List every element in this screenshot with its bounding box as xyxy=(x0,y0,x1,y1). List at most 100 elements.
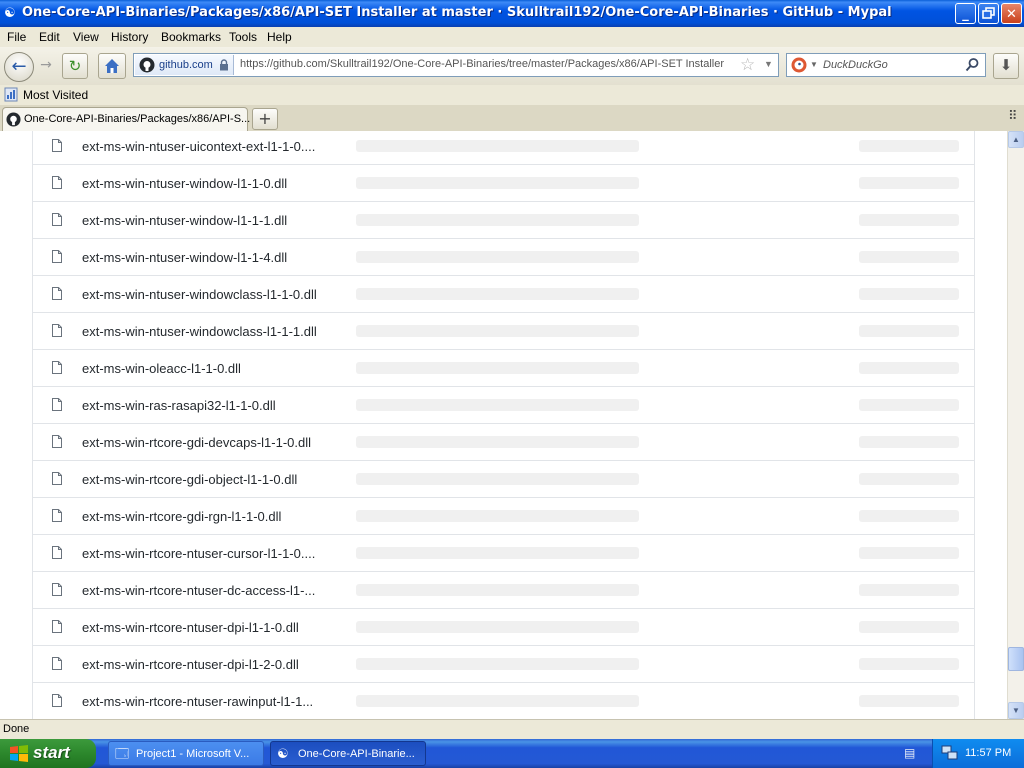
file-name-link[interactable]: ext-ms-win-rtcore-ntuser-dpi-l1-2-0.dll xyxy=(82,657,299,672)
downloads-button[interactable]: ⬇ xyxy=(993,53,1019,79)
menu-tools[interactable]: Tools xyxy=(229,30,257,44)
commit-age-placeholder xyxy=(859,325,959,337)
file-name-link[interactable]: ext-ms-win-rtcore-gdi-object-l1-1-0.dll xyxy=(82,472,297,487)
commit-message-placeholder xyxy=(356,547,639,559)
start-button[interactable]: start xyxy=(0,739,96,768)
file-icon xyxy=(52,472,62,485)
mypal-app-icon: ☯ xyxy=(4,5,16,20)
new-tab-button[interactable]: + xyxy=(252,108,278,130)
keyboard-icon[interactable]: ▤ xyxy=(904,746,915,760)
file-icon xyxy=(52,287,62,300)
file-row[interactable]: ext-ms-win-ras-rasapi32-l1-1-0.dll xyxy=(33,387,974,424)
commit-message-placeholder xyxy=(356,325,639,337)
menu-file[interactable]: File xyxy=(7,30,26,44)
search-icon[interactable] xyxy=(965,57,980,73)
menu-view[interactable]: View xyxy=(73,30,99,44)
file-row[interactable]: ext-ms-win-ntuser-window-l1-1-4.dll xyxy=(33,239,974,276)
commit-age-placeholder xyxy=(859,362,959,374)
bookmark-star-icon[interactable]: ☆ xyxy=(740,55,755,75)
file-name-link[interactable]: ext-ms-win-ntuser-uicontext-ext-l1-1-0..… xyxy=(82,139,315,154)
file-name-link[interactable]: ext-ms-win-rtcore-ntuser-rawinput-l1-1..… xyxy=(82,694,313,709)
back-button[interactable]: ← xyxy=(4,52,34,82)
scroll-down-button[interactable]: ▼ xyxy=(1008,702,1024,719)
site-identity-button[interactable]: github.com xyxy=(135,55,234,75)
file-name-link[interactable]: ext-ms-win-rtcore-ntuser-dpi-l1-1-0.dll xyxy=(82,620,299,635)
reload-button[interactable]: ↻ xyxy=(62,53,88,79)
taskbar: start 🗔 Project1 - Microsoft V... ☯ One-… xyxy=(0,739,1024,768)
search-input[interactable]: DuckDuckGo xyxy=(823,59,888,71)
file-icon xyxy=(52,509,62,522)
lock-icon xyxy=(220,59,228,71)
taskbar-item-project1[interactable]: 🗔 Project1 - Microsoft V... xyxy=(108,741,264,766)
commit-age-placeholder xyxy=(859,288,959,300)
file-row[interactable]: ext-ms-win-rtcore-ntuser-dc-access-l1-..… xyxy=(33,572,974,609)
file-row[interactable]: ext-ms-win-rtcore-gdi-object-l1-1-0.dll xyxy=(33,461,974,498)
menu-edit[interactable]: Edit xyxy=(39,30,60,44)
url-history-dropdown-icon[interactable]: ▼ xyxy=(764,59,773,69)
commit-message-placeholder xyxy=(356,436,639,448)
file-name-link[interactable]: ext-ms-win-ntuser-window-l1-1-1.dll xyxy=(82,213,287,228)
commit-message-placeholder xyxy=(356,399,639,411)
forward-button[interactable]: → xyxy=(34,53,58,79)
file-icon xyxy=(52,361,62,374)
file-name-link[interactable]: ext-ms-win-rtcore-ntuser-dc-access-l1-..… xyxy=(82,583,315,598)
scroll-up-button[interactable]: ▲ xyxy=(1008,131,1024,148)
list-all-tabs-icon[interactable]: ⠿ xyxy=(1008,109,1018,124)
file-icon xyxy=(52,176,62,189)
network-icon[interactable] xyxy=(941,745,958,761)
home-icon xyxy=(105,59,119,73)
clock[interactable]: 11:57 PM xyxy=(965,747,1011,759)
search-box[interactable]: ▼ DuckDuckGo xyxy=(786,53,986,77)
file-row[interactable]: ext-ms-win-rtcore-ntuser-cursor-l1-1-0..… xyxy=(33,535,974,572)
window-title-bar[interactable]: ☯ One-Core-API-Binaries/Packages/x86/API… xyxy=(0,0,1024,27)
file-row[interactable]: ext-ms-win-ntuser-uicontext-ext-l1-1-0..… xyxy=(33,131,974,165)
file-name-link[interactable]: ext-ms-win-ntuser-window-l1-1-0.dll xyxy=(82,176,287,191)
file-row[interactable]: ext-ms-win-rtcore-ntuser-dpi-l1-1-0.dll xyxy=(33,609,974,646)
commit-age-placeholder xyxy=(859,214,959,226)
file-name-link[interactable]: ext-ms-win-oleacc-l1-1-0.dll xyxy=(82,361,241,376)
menu-history[interactable]: History xyxy=(111,30,148,44)
file-icon xyxy=(52,139,62,152)
home-button[interactable] xyxy=(98,53,126,79)
maximize-button[interactable] xyxy=(978,3,999,24)
close-button[interactable]: ✕ xyxy=(1001,3,1022,24)
taskbar-item-mypal[interactable]: ☯ One-Core-API-Binarie... xyxy=(270,741,426,766)
file-row[interactable]: ext-ms-win-rtcore-gdi-rgn-l1-1-0.dll xyxy=(33,498,974,535)
status-text: Done xyxy=(3,723,30,735)
file-row[interactable]: ext-ms-win-ntuser-windowclass-l1-1-1.dll xyxy=(33,313,974,350)
file-row[interactable]: ext-ms-win-rtcore-gdi-devcaps-l1-1-0.dll xyxy=(33,424,974,461)
file-name-link[interactable]: ext-ms-win-rtcore-gdi-rgn-l1-1-0.dll xyxy=(82,509,281,524)
file-row[interactable]: ext-ms-win-rtcore-ntuser-dpi-l1-2-0.dll xyxy=(33,646,974,683)
tab-github-api-set[interactable]: One-Core-API-Binaries/Packages/x86/API-S… xyxy=(2,107,250,132)
file-name-link[interactable]: ext-ms-win-rtcore-gdi-devcaps-l1-1-0.dll xyxy=(82,435,311,450)
window-title: One-Core-API-Binaries/Packages/x86/API-S… xyxy=(22,5,892,20)
commit-age-placeholder xyxy=(859,140,959,152)
duckduckgo-engine-icon[interactable] xyxy=(791,57,807,73)
address-bar[interactable]: github.com https://github.com/Skulltrail… xyxy=(133,53,779,77)
commit-age-placeholder xyxy=(859,399,959,411)
commit-message-placeholder xyxy=(356,214,639,226)
file-name-link[interactable]: ext-ms-win-ntuser-windowclass-l1-1-1.dll xyxy=(82,324,317,339)
file-icon xyxy=(52,398,62,411)
file-row[interactable]: ext-ms-win-ntuser-window-l1-1-0.dll xyxy=(33,165,974,202)
minimize-button[interactable]: _ xyxy=(955,3,976,24)
file-name-link[interactable]: ext-ms-win-ntuser-windowclass-l1-1-0.dll xyxy=(82,287,317,302)
menu-bookmarks[interactable]: Bookmarks xyxy=(161,30,221,44)
file-row[interactable]: ext-ms-win-ntuser-windowclass-l1-1-0.dll xyxy=(33,276,974,313)
menu-help[interactable]: Help xyxy=(267,30,292,44)
file-row[interactable]: ext-ms-win-ntuser-window-l1-1-1.dll xyxy=(33,202,974,239)
file-row[interactable]: ext-ms-win-rtcore-ntuser-rawinput-l1-1..… xyxy=(33,683,974,719)
file-name-link[interactable]: ext-ms-win-ras-rasapi32-l1-1-0.dll xyxy=(82,398,276,413)
file-icon xyxy=(52,213,62,226)
commit-message-placeholder xyxy=(356,510,639,522)
engine-dropdown-icon[interactable]: ▼ xyxy=(810,60,818,69)
file-row[interactable]: ext-ms-win-oleacc-l1-1-0.dll xyxy=(33,350,974,387)
scrollbar-thumb[interactable] xyxy=(1008,647,1024,671)
mypal-app-icon: ☯ xyxy=(277,746,289,761)
commit-age-placeholder xyxy=(859,695,959,707)
file-list: ext-ms-win-ntuser-uicontext-ext-l1-1-0..… xyxy=(32,131,975,719)
file-name-link[interactable]: ext-ms-win-rtcore-ntuser-cursor-l1-1-0..… xyxy=(82,546,315,561)
file-name-link[interactable]: ext-ms-win-ntuser-window-l1-1-4.dll xyxy=(82,250,287,265)
commit-age-placeholder xyxy=(859,658,959,670)
vertical-scrollbar[interactable]: ▲ ▼ xyxy=(1007,131,1024,719)
